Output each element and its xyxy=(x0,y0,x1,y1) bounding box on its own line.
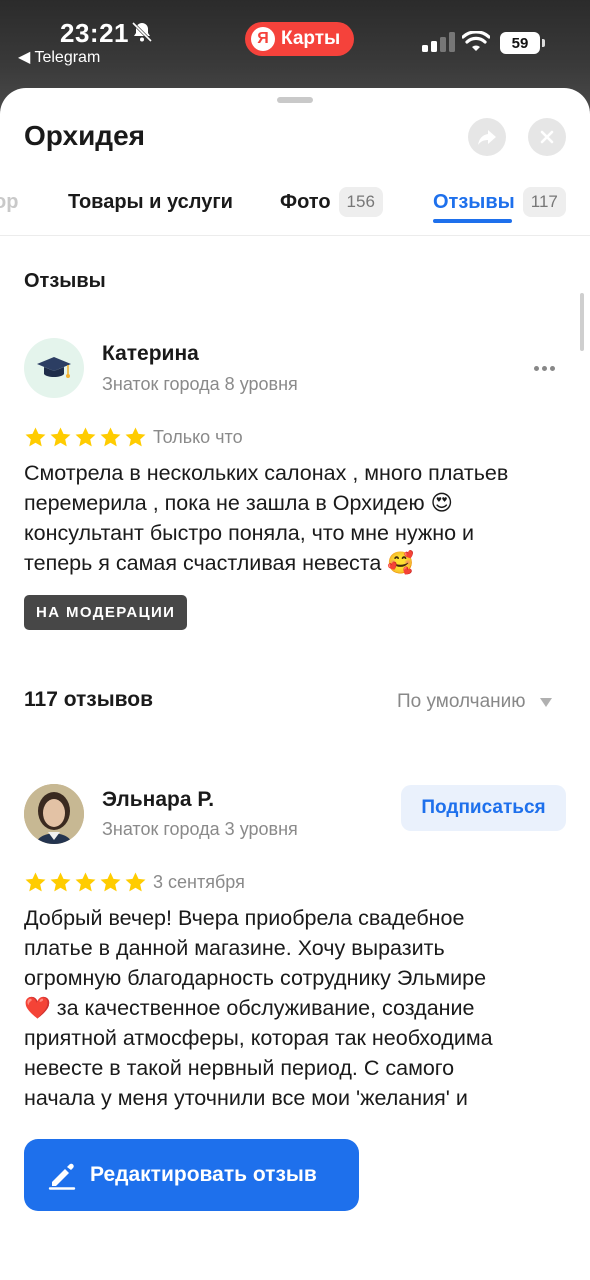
share-arrow-icon xyxy=(478,130,496,145)
maps-app-pill[interactable]: Я Карты xyxy=(245,22,355,56)
star-icon xyxy=(50,872,71,892)
close-button[interactable] xyxy=(528,118,566,156)
star-icon xyxy=(75,872,96,892)
battery-indicator: 59 xyxy=(500,32,545,54)
status-time: 23:21 xyxy=(60,18,129,48)
star-icon xyxy=(100,427,121,447)
review-text-line: начала у меня уточнили все мои 'желания'… xyxy=(24,1086,468,1110)
edit-review-label: Редактировать отзыв xyxy=(90,1163,317,1186)
review-author-level: Знаток города 8 уровня xyxy=(102,374,298,394)
review-text-line: огромную благодарность сотруднику Эльмир… xyxy=(24,966,487,990)
star-icon xyxy=(25,872,46,892)
review-text-line: консультант быстро поняла, что мне нужно… xyxy=(24,521,475,545)
yandex-logo-icon: Я xyxy=(251,27,275,51)
review-date: 3 сентября xyxy=(153,872,245,892)
dot-icon xyxy=(534,365,539,371)
sort-label: По умолчанию xyxy=(397,691,526,712)
tab-overview[interactable]: ор xyxy=(0,176,18,228)
cellular-signal-icon xyxy=(422,32,455,52)
tab-photos[interactable]: Фото 156 xyxy=(280,176,383,228)
moderation-status-badge: НА МОДЕРАЦИИ xyxy=(24,595,188,630)
maps-pill-label: Карты xyxy=(281,28,341,49)
share-button[interactable] xyxy=(468,118,506,156)
bell-muted-icon xyxy=(131,21,153,43)
sheet-grabber[interactable] xyxy=(277,97,313,103)
tab-photos-label: Фото xyxy=(280,190,331,213)
tab-overview-label: ор xyxy=(0,190,19,213)
reviews-count-badge: 117 xyxy=(522,187,566,217)
user-photo-icon xyxy=(24,784,84,844)
close-icon xyxy=(540,130,554,144)
tab-reviews-label: Отзывы xyxy=(433,190,515,213)
rating-stars xyxy=(24,426,147,449)
pencil-icon xyxy=(48,1163,76,1190)
review-text-line: ❤️ за качественное обслуживание, создани… xyxy=(24,996,475,1020)
review-text-line: Смотрела в нескольких салонах , много пл… xyxy=(24,461,509,485)
star-icon xyxy=(125,872,146,892)
star-icon xyxy=(100,872,121,892)
reviews-count-title: 117 отзывов xyxy=(24,688,154,711)
review-text-line: платье в данной магазине. Хочу выразить xyxy=(24,936,445,960)
review-text: Добрый вечер! Вчера приобрела свадебное … xyxy=(24,903,574,1113)
sort-dropdown[interactable]: По умолчанию xyxy=(397,691,552,713)
rating-stars xyxy=(24,871,147,894)
review-author-name[interactable]: Эльнара Р. xyxy=(102,788,214,812)
graduation-cap-icon xyxy=(37,357,71,378)
dot-icon xyxy=(542,365,547,371)
photos-count-badge: 156 xyxy=(338,187,383,217)
review-text-line: теперь я самая счастливая невеста 🥰 xyxy=(24,551,415,575)
back-to-telegram-link[interactable]: ◀ Telegram xyxy=(18,47,100,67)
review-date: Только что xyxy=(153,427,243,447)
review-text-line: приятной атмосферы, которая так необходи… xyxy=(24,1026,493,1050)
more-options-button[interactable] xyxy=(534,360,562,376)
subscribe-button[interactable]: Подписаться xyxy=(401,785,566,831)
dot-icon xyxy=(550,365,555,371)
star-icon xyxy=(50,427,71,447)
place-card-sheet: Орхидея ор Товары и услуги Фото 156 Отзы… xyxy=(0,88,590,1280)
star-icon xyxy=(125,427,146,447)
review-text: Смотрела в нескольких салонах , много пл… xyxy=(24,458,574,578)
scrollbar[interactable] xyxy=(580,293,584,351)
place-title: Орхидея xyxy=(24,120,145,151)
section-title: Отзывы xyxy=(24,270,106,292)
tab-goods-services[interactable]: Товары и услуги xyxy=(68,176,233,228)
avatar[interactable] xyxy=(24,784,84,844)
chevron-down-icon xyxy=(539,697,552,707)
review-text-line: Добрый вечер! Вчера приобрела свадебное xyxy=(24,906,465,930)
active-tab-indicator xyxy=(433,219,512,223)
review-author-name[interactable]: Катерина xyxy=(102,342,199,366)
review-text-line: невесте в такой нервный период. С самого xyxy=(24,1056,455,1080)
wifi-icon xyxy=(462,31,490,51)
review-author-level: Знаток города 3 уровня xyxy=(102,819,298,839)
star-icon xyxy=(25,427,46,447)
avatar[interactable] xyxy=(24,338,84,398)
tab-goods-label: Товары и услуги xyxy=(68,190,233,213)
star-icon xyxy=(75,427,96,447)
place-tabs: ор Товары и услуги Фото 156 Отзывы 117 xyxy=(0,176,590,236)
edit-review-button[interactable]: Редактировать отзыв xyxy=(24,1139,359,1211)
review-text-line: перемерила , пока не зашла в Орхидею 😍 xyxy=(24,491,454,515)
